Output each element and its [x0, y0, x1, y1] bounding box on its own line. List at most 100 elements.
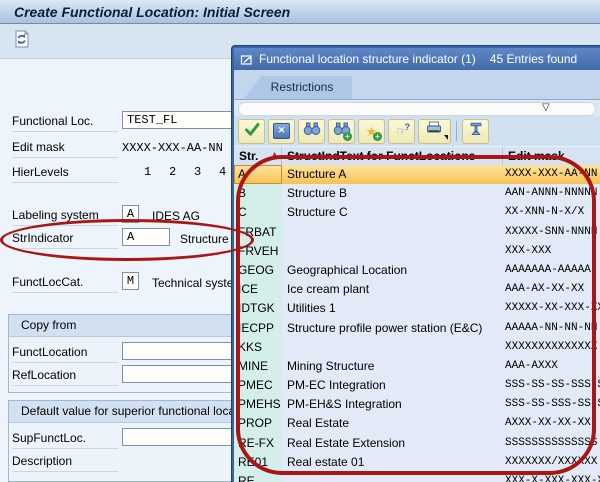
funct-loc-cat-key-input[interactable]: M	[122, 272, 139, 290]
table-row[interactable]: IDTGKUtilities 1XXXXX-XX-XXX-XX	[234, 299, 600, 318]
restrictions-collapsed-bar[interactable]: ▽	[234, 100, 600, 116]
labeling-system-key-input[interactable]: A	[122, 205, 139, 223]
dialog-titlebar[interactable]: Functional location structure indicator …	[234, 48, 600, 70]
row-code[interactable]: GEOG	[234, 261, 282, 280]
row-code[interactable]: MINE	[234, 357, 282, 376]
row-edit-mask[interactable]: AAA-AXXX	[503, 357, 600, 376]
functional-loc-input[interactable]: TEST_FL	[122, 111, 242, 129]
add-to-personal-list-button[interactable]: ★ +	[358, 119, 385, 144]
row-edit-mask[interactable]: AAAAAAA-AAAAA	[503, 261, 600, 280]
table-row[interactable]: RE01Real estate 01XXXXXXX/XXXXXX	[234, 453, 600, 472]
pin-button[interactable]	[462, 119, 489, 144]
cancel-button[interactable]: ✕	[268, 119, 295, 144]
table-row[interactable]: BStructure BAAN-ANNN-NNNNN	[234, 184, 600, 203]
row-edit-mask[interactable]: SSS-SS-SSS-SS-S	[503, 395, 600, 414]
column-header-structindtext[interactable]: StructIndText for FunctLocations	[282, 147, 503, 165]
labeling-system-text: IDES AG	[152, 208, 200, 224]
row-edit-mask[interactable]: XXXXX-SNN-NNNN	[503, 223, 600, 242]
accept-button[interactable]	[238, 119, 265, 144]
row-code[interactable]: ICE	[234, 280, 282, 299]
row-code[interactable]: IDTGK	[234, 299, 282, 318]
table-row[interactable]: RE-FXReal Estate ExtensionSSSSSSSSSSSSSS	[234, 434, 600, 453]
ref-location-input[interactable]	[122, 365, 232, 383]
row-text[interactable]: Utilities 1	[282, 299, 503, 318]
table-row[interactable]: PROPReal EstateAXXX-XX-XX-XX	[234, 414, 600, 433]
row-text[interactable]: Structure profile power station (E&C)	[282, 319, 503, 338]
find-button[interactable]	[298, 119, 325, 144]
row-edit-mask[interactable]: XXX-XXX	[503, 242, 600, 261]
question-icon: ?	[405, 122, 411, 132]
row-text[interactable]	[282, 338, 503, 357]
row-text[interactable]: Structure C	[282, 203, 503, 222]
row-text[interactable]: Real estate 01	[282, 453, 503, 472]
table-row[interactable]: FRBAT XXXXX-SNN-NNNN	[234, 223, 600, 242]
row-code[interactable]: RE-FX	[234, 434, 282, 453]
help-button[interactable]: ☞ ?	[388, 119, 415, 144]
page-title: Create Functional Location: Initial Scre…	[14, 4, 290, 20]
row-code[interactable]: PMEC	[234, 376, 282, 395]
table-row[interactable]: FRVEH XXX-XXX	[234, 242, 600, 261]
row-edit-mask[interactable]: XX-XNN-N-X/X	[503, 203, 600, 222]
row-text[interactable]: Geographical Location	[282, 261, 503, 280]
table-row[interactable]: PMECPM-EC IntegrationSSS-SS-SS-SSS-S	[234, 376, 600, 395]
row-edit-mask[interactable]: AAA-AX-XX-XX	[503, 280, 600, 299]
row-code[interactable]: PROP	[234, 414, 282, 433]
row-code[interactable]: IECPP	[234, 319, 282, 338]
table-row[interactable]: GEOGGeographical LocationAAAAAAA-AAAAA	[234, 261, 600, 280]
funct-loc-cat-text: Technical syste	[152, 275, 233, 291]
row-edit-mask[interactable]: SSSSSSSSSSSSSS	[503, 434, 600, 453]
row-code[interactable]: A	[234, 165, 282, 184]
row-text[interactable]	[282, 472, 503, 482]
table-row[interactable]: PMEHSPM-EH&S IntegrationSSS-SS-SSS-SS-S	[234, 395, 600, 414]
row-text[interactable]: Real Estate Extension	[282, 434, 503, 453]
row-text[interactable]: PM-EC Integration	[282, 376, 503, 395]
table-row[interactable]: CStructure CXX-XNN-N-X/X	[234, 203, 600, 222]
table-row[interactable]: AStructure AXXXX-XXX-AA-NN	[234, 165, 600, 184]
str-indicator-input[interactable]: A	[122, 228, 170, 246]
row-edit-mask[interactable]: XXXXX-XX-XXX-XX	[503, 299, 600, 318]
row-text[interactable]: Mining Structure	[282, 357, 503, 376]
table-row[interactable]: ICEIce cream plantAAA-AX-XX-XX	[234, 280, 600, 299]
row-edit-mask[interactable]: XXXXXXX/XXXXXX	[503, 453, 600, 472]
table-row[interactable]: RE XXX-X-XXX-XXX-X	[234, 472, 600, 482]
table-row[interactable]: MINEMining StructureAAA-AXXX	[234, 357, 600, 376]
row-code[interactable]: KKS	[234, 338, 282, 357]
row-text[interactable]	[282, 242, 503, 261]
row-edit-mask[interactable]: XXXX-XXX-AA-NN	[503, 165, 600, 184]
row-text[interactable]: Real Estate	[282, 414, 503, 433]
row-edit-mask[interactable]: XXXXXXXXXXXXXX	[503, 338, 600, 357]
expand-dropdown-icon[interactable]: ▽	[542, 100, 550, 115]
row-text[interactable]: Ice cream plant	[282, 280, 503, 299]
row-edit-mask[interactable]: AAN-ANNN-NNNNN	[503, 184, 600, 203]
row-code[interactable]: C	[234, 203, 282, 222]
row-code[interactable]: RE	[234, 472, 282, 482]
row-code[interactable]: FRBAT	[234, 223, 282, 242]
row-text[interactable]: Structure A	[282, 165, 503, 184]
row-edit-mask[interactable]: SSS-SS-SS-SSS-S	[503, 376, 600, 395]
table-row[interactable]: IECPPStructure profile power station (E&…	[234, 319, 600, 338]
column-header-edit-mask[interactable]: Edit mask	[503, 147, 600, 165]
row-code[interactable]: PMEHS	[234, 395, 282, 414]
row-edit-mask[interactable]: XXX-X-XXX-XXX-X	[503, 472, 600, 482]
row-code[interactable]: B	[234, 184, 282, 203]
row-text[interactable]	[282, 223, 503, 242]
tab-restrictions[interactable]: Restrictions	[244, 76, 352, 99]
find-next-button[interactable]: +	[328, 119, 355, 144]
hier-level-1: 1	[144, 165, 169, 179]
row-code[interactable]: FRVEH	[234, 242, 282, 261]
default-superior-group-title: Default value for superior functional lo…	[9, 401, 231, 423]
refresh-document-button[interactable]	[10, 29, 34, 53]
printer-icon	[426, 121, 444, 141]
row-code[interactable]: RE01	[234, 453, 282, 472]
print-dropdown-caret[interactable]	[444, 135, 448, 140]
row-edit-mask[interactable]: AAAAA-NN-NN-NN	[503, 319, 600, 338]
row-text[interactable]: PM-EH&S Integration	[282, 395, 503, 414]
sup-funct-loc-input[interactable]	[122, 428, 232, 446]
column-header-str[interactable]: Str. ▲	[234, 147, 282, 165]
row-edit-mask[interactable]: AXXX-XX-XX-XX	[503, 414, 600, 433]
hier-level-2: 2	[169, 165, 194, 179]
table-row[interactable]: KKS XXXXXXXXXXXXXX	[234, 338, 600, 357]
funct-location-input[interactable]	[122, 342, 232, 360]
print-button[interactable]	[418, 119, 451, 144]
row-text[interactable]: Structure B	[282, 184, 503, 203]
